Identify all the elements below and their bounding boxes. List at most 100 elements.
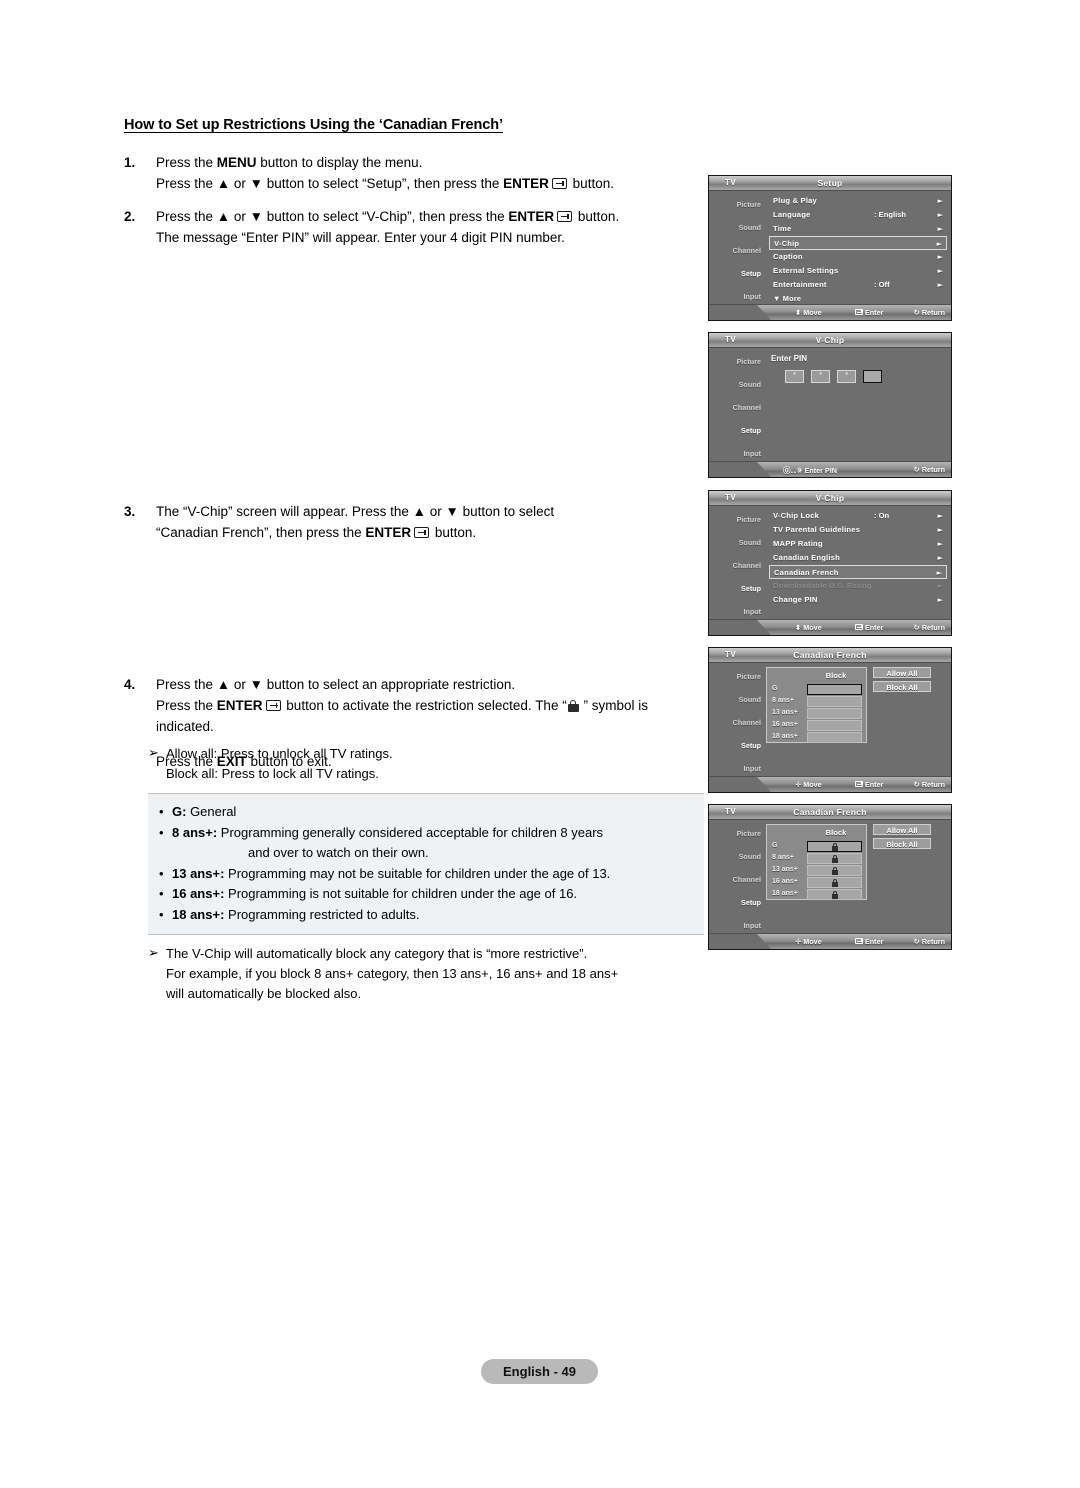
hint-return-label: Return <box>921 780 945 789</box>
menu-row-entertainment[interactable]: Entertainment: Off ► <box>769 278 947 292</box>
note2-line-3: will automatically be blocked also. <box>166 986 362 1001</box>
rail-item-sound[interactable]: Sound <box>739 695 761 704</box>
rail-item-input[interactable]: Input <box>743 764 761 773</box>
rail-item-channel[interactable]: Channel <box>733 561 761 570</box>
rating-row-g[interactable]: G <box>770 684 863 695</box>
rail-item-sound[interactable]: Sound <box>739 538 761 547</box>
page-footer-badge: English - 49 <box>481 1359 598 1384</box>
chevron-right-icon: ► <box>937 540 943 548</box>
allow-all-button[interactable]: Allow All <box>873 667 931 678</box>
enter-key-icon <box>855 623 863 630</box>
menu-row-v-chip[interactable]: V-Chip ► <box>769 236 947 250</box>
rating-row-13ans[interactable]: 13 ans+ <box>770 708 863 719</box>
pin-digit-1[interactable]: * <box>785 370 804 383</box>
osd-titlebar: TV Canadian French <box>709 648 951 663</box>
note2-line-2: For example, if you block 8 ans+ categor… <box>166 966 619 981</box>
rating-code: 8 ans+: <box>172 824 218 840</box>
block-all-button[interactable]: Block All <box>873 838 931 849</box>
block-checkbox[interactable] <box>807 841 862 852</box>
return-arrow-icon: ↻ <box>913 937 920 946</box>
menu-row-caption[interactable]: Caption ► <box>769 250 947 264</box>
pin-digit-4[interactable] <box>863 370 883 383</box>
rail-item-setup[interactable]: Setup <box>741 741 761 750</box>
block-checkbox[interactable] <box>807 708 862 719</box>
allow-all-button[interactable]: Allow All <box>873 824 931 835</box>
block-checkbox[interactable] <box>807 853 862 864</box>
menu-row-plug-play[interactable]: Plug & Play ► <box>769 194 947 208</box>
pin-digit-3[interactable]: * <box>837 370 857 383</box>
rail-item-input[interactable]: Input <box>743 292 761 301</box>
block-all-button[interactable]: Block All <box>873 681 931 692</box>
block-checkbox[interactable] <box>807 732 862 743</box>
block-checkbox[interactable] <box>807 684 862 695</box>
chevron-right-icon: ► <box>937 596 943 604</box>
osd-screen-canadian-french-locked: TV Canadian French Picture Sound Channel… <box>708 804 952 950</box>
menu-row-mapp-rating[interactable]: MAPP Rating ► <box>769 537 947 551</box>
rail-item-picture[interactable]: Picture <box>737 829 761 838</box>
menu-row-time[interactable]: Time ► <box>769 222 947 236</box>
rating-row-16ans[interactable]: 16 ans+ <box>770 877 863 888</box>
rail-item-channel[interactable]: Channel <box>733 246 761 255</box>
rating-row-8ans[interactable]: 8 ans+ <box>770 696 863 707</box>
block-checkbox[interactable] <box>807 865 862 876</box>
rating-desc: Programming may not be suitable for chil… <box>224 865 611 881</box>
hint-return-label: Return <box>921 308 945 317</box>
rail-item-picture[interactable]: Picture <box>737 672 761 681</box>
rail-item-input[interactable]: Input <box>743 921 761 930</box>
rail-item-channel[interactable]: Channel <box>733 875 761 884</box>
rail-item-setup[interactable]: Setup <box>741 426 761 435</box>
osd-body: Picture Sound Channel Setup Input Block … <box>709 663 951 777</box>
rail-item-sound[interactable]: Sound <box>739 852 761 861</box>
rating-row-18ans[interactable]: 18 ans+ <box>770 732 863 743</box>
step-1-line-2-post: button. <box>568 176 614 191</box>
rating-row-8ans[interactable]: 8 ans+ <box>770 853 863 864</box>
rail-item-setup[interactable]: Setup <box>741 584 761 593</box>
osd-screen-setup: TV Setup Picture Sound Channel Setup Inp… <box>708 175 952 321</box>
osd-title: Canadian French <box>793 807 867 817</box>
menu-row-change-pin[interactable]: Change PIN ► <box>769 593 947 607</box>
note-allow-all-line: Allow all: Press to unlock all TV rating… <box>166 746 393 761</box>
menu-row-canadian-french[interactable]: Canadian French ► <box>769 565 947 579</box>
rail-item-picture[interactable]: Picture <box>737 357 761 366</box>
rail-item-setup[interactable]: Setup <box>741 898 761 907</box>
rail-item-sound[interactable]: Sound <box>739 380 761 389</box>
menu-label-more: ▼ More <box>773 294 802 303</box>
menu-row-tv-parental-guidelines[interactable]: TV Parental Guidelines ► <box>769 523 947 537</box>
rail-item-sound[interactable]: Sound <box>739 223 761 232</box>
rail-item-channel[interactable]: Channel <box>733 403 761 412</box>
rail-item-picture[interactable]: Picture <box>737 515 761 524</box>
step-2: 2. Press the ▲ or ▼ button to select “V-… <box>124 206 704 248</box>
menu-label: Time <box>773 224 792 233</box>
rail-item-setup[interactable]: Setup <box>741 269 761 278</box>
block-checkbox[interactable] <box>807 877 862 888</box>
step-3-line-2: “Canadian French”, then press the ENTER … <box>156 522 704 543</box>
step-4-line-1: Press the ▲ or ▼ button to select an app… <box>156 677 516 692</box>
rail-item-input[interactable]: Input <box>743 607 761 616</box>
pin-digit-2[interactable]: * <box>811 370 831 383</box>
rail-item-channel[interactable]: Channel <box>733 718 761 727</box>
rating-row-13ans[interactable]: 13 ans+ <box>770 865 863 876</box>
menu-row-v-chip-lock[interactable]: V-Chip Lock: On ► <box>769 509 947 523</box>
menu-row-language[interactable]: Language: English ► <box>769 208 947 222</box>
osd-hintbar: ✛ Move Enter ↻ Return <box>709 776 951 792</box>
rail-item-picture[interactable]: Picture <box>737 200 761 209</box>
menu-row-external-settings[interactable]: External Settings ► <box>769 264 947 278</box>
rating-row-label: 8 ans+ <box>772 854 794 861</box>
hintbar-notch <box>709 305 771 320</box>
return-arrow-icon: ↻ <box>913 308 920 317</box>
rating-desc: Programming generally considered accepta… <box>217 824 604 840</box>
rating-row-16ans[interactable]: 16 ans+ <box>770 720 863 731</box>
enter-key-icon <box>265 700 281 711</box>
block-checkbox[interactable] <box>807 720 862 731</box>
menu-row-canadian-english[interactable]: Canadian English ► <box>769 551 947 565</box>
enter-key-icon <box>414 527 430 538</box>
block-checkbox[interactable] <box>807 889 862 900</box>
step-1-number: 1. <box>124 155 136 170</box>
rating-row-18ans[interactable]: 18 ans+ <box>770 889 863 900</box>
block-checkbox[interactable] <box>807 696 862 707</box>
dpad-move-icon: ✛ <box>795 937 802 946</box>
hint-move: ✛ Move <box>795 780 822 789</box>
rating-block-table: Block G 8 ans+ 13 ans+ 16 ans+ 18 ans+ <box>766 667 867 743</box>
rating-row-g[interactable]: G <box>770 841 863 852</box>
rail-item-input[interactable]: Input <box>743 449 761 458</box>
